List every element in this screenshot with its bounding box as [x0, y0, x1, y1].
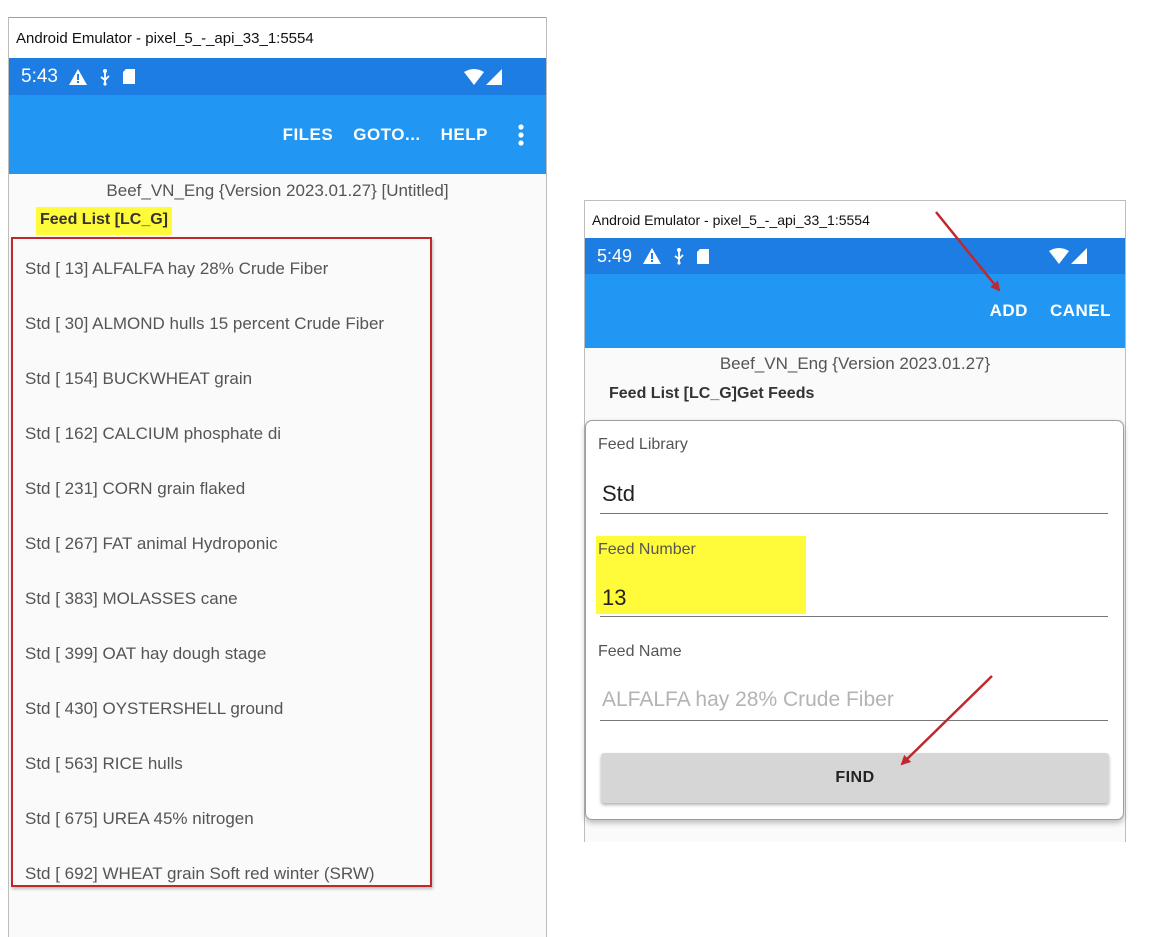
feed-list-item[interactable]: Std [ 30] ALMOND hulls 15 percent Crude …	[13, 296, 430, 351]
status-bar: 5:43	[9, 58, 546, 95]
feed-number-input[interactable]: 13	[602, 585, 626, 611]
window-title: Android Emulator - pixel_5_-_api_33_1:55…	[9, 17, 546, 58]
app-subtitle: Beef_VN_Eng {Version 2023.01.27}	[719, 354, 991, 373]
left-emulator-window: Android Emulator - pixel_5_-_api_33_1:55…	[8, 17, 547, 937]
usb-debug-icon	[100, 68, 110, 86]
screenshot-stage: Android Emulator - pixel_5_-_api_33_1:55…	[0, 0, 1152, 937]
feed-name-label: Feed Name	[598, 643, 682, 660]
feed-list-item[interactable]: Std [ 675] UREA 45% nitrogen	[13, 791, 430, 846]
signal-icon	[486, 68, 502, 85]
status-bar: 5:49	[585, 238, 1125, 274]
wifi-icon	[464, 68, 484, 85]
app-bar: ADD CANEL	[585, 274, 1125, 348]
wifi-icon	[1049, 248, 1069, 264]
sd-card-icon	[122, 69, 135, 84]
sd-card-icon	[697, 248, 710, 264]
feed-list-title: Feed List [LC_G]	[36, 207, 173, 235]
get-feeds-dialog: Feed Library Std Feed Number 13 Feed Nam…	[585, 420, 1124, 820]
feed-list-item[interactable]: Std [ 692] WHEAT grain Soft red winter (…	[13, 846, 430, 901]
cancel-button[interactable]: CANEL	[1050, 301, 1111, 321]
usb-debug-icon	[674, 248, 684, 265]
signal-icon	[1071, 248, 1087, 264]
feed-list-item[interactable]: Std [ 154] BUCKWHEAT grain	[13, 351, 430, 406]
feed-library-underline	[600, 513, 1108, 514]
add-button[interactable]: ADD	[990, 301, 1028, 321]
warning-icon	[68, 68, 87, 85]
feed-number-label: Feed Number	[598, 541, 696, 558]
dialog-heading: Feed List [LC_G]Get Feeds	[609, 385, 815, 402]
feed-list-item[interactable]: Std [ 267] FAT animal Hydroponic	[13, 516, 430, 571]
feed-number-underline	[600, 616, 1108, 617]
feed-library-label: Feed Library	[598, 436, 688, 453]
feed-list-item[interactable]: Std [ 231] CORN grain flaked	[13, 461, 430, 516]
feed-list-item[interactable]: Std [ 383] MOLASSES cane	[13, 571, 430, 626]
window-title: Android Emulator - pixel_5_-_api_33_1:55…	[585, 200, 1125, 238]
files-menu-button[interactable]: FILES	[283, 125, 334, 145]
feed-name-underline	[600, 720, 1108, 721]
status-time: 5:43	[21, 65, 58, 87]
feed-list: Std [ 13] ALFALFA hay 28% Crude Fiber Std…	[11, 237, 432, 887]
feed-library-input[interactable]: Std	[602, 481, 635, 507]
find-button[interactable]: FIND	[601, 753, 1109, 803]
feed-list-item[interactable]: Std [ 399] OAT hay dough stage	[13, 626, 430, 681]
overflow-menu-icon[interactable]	[518, 123, 524, 146]
app-subtitle: Beef_VN_Eng {Version 2023.01.27} [Untitl…	[106, 181, 449, 200]
status-time: 5:49	[597, 245, 633, 266]
warning-icon	[643, 248, 662, 264]
feed-list-item[interactable]: Std [ 13] ALFALFA hay 28% Crude Fiber	[13, 241, 430, 296]
feed-name-input[interactable]: ALFALFA hay 28% Crude Fiber	[602, 688, 894, 712]
feed-list-item[interactable]: Std [ 430] OYSTERSHELL ground	[13, 681, 430, 736]
feed-list-item[interactable]: Std [ 563] RICE hulls	[13, 736, 430, 791]
app-bar: FILES GOTO... HELP	[9, 95, 546, 174]
help-menu-button[interactable]: HELP	[441, 125, 488, 145]
right-emulator-window: Android Emulator - pixel_5_-_api_33_1:55…	[584, 200, 1126, 842]
feed-list-item[interactable]: Std [ 162] CALCIUM phosphate di	[13, 406, 430, 461]
goto-menu-button[interactable]: GOTO...	[353, 125, 420, 145]
